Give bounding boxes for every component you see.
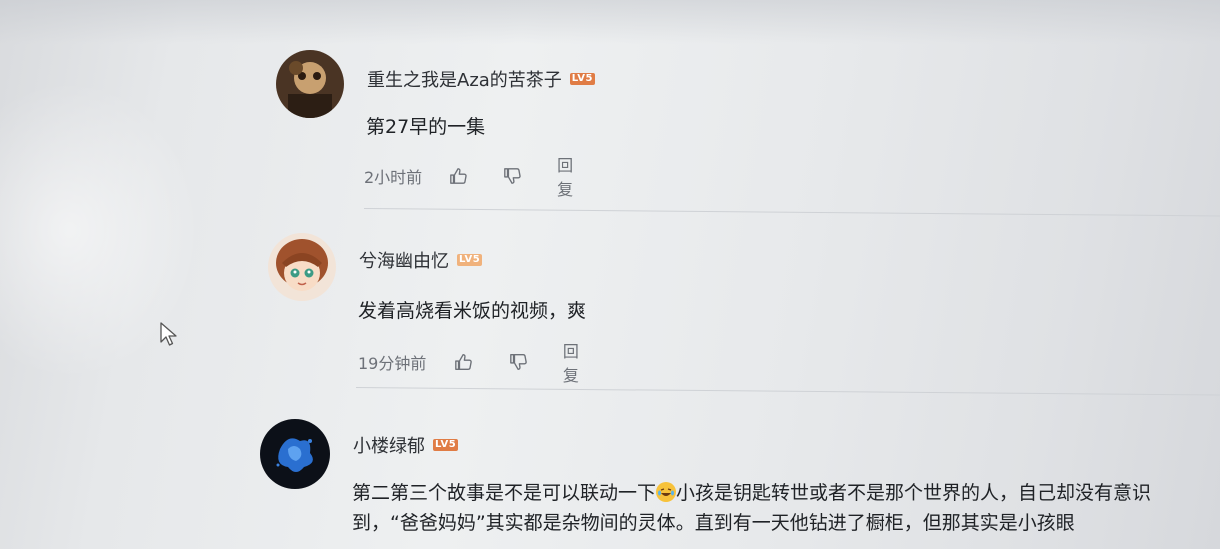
thumbs-up-icon[interactable] <box>454 352 473 372</box>
avatar-blue-splash-icon <box>260 419 330 489</box>
username[interactable]: 兮海幽由忆 <box>359 247 449 273</box>
username[interactable]: 小楼绿郁 <box>353 432 425 458</box>
comment-time: 19分钟前 <box>358 354 427 373</box>
comment-avatar[interactable] <box>260 419 330 489</box>
username-row: 兮海幽由忆 LV5 <box>359 247 483 273</box>
thumbs-up-icon[interactable] <box>449 166 467 186</box>
level-badge: LV5 <box>569 73 595 85</box>
comment-divider <box>355 387 1220 396</box>
crying-laughing-emoji-icon <box>656 482 677 502</box>
mouse-cursor-icon <box>160 322 177 346</box>
thumbs-down-icon[interactable] <box>503 166 521 186</box>
reply-button[interactable]: 回复 <box>563 338 592 386</box>
comment-avatar[interactable] <box>268 233 336 301</box>
username-row: 重生之我是Aza的苦茶子 LV5 <box>367 66 595 92</box>
comment-text: 第27早的一集 <box>366 116 486 138</box>
thumbs-down-icon[interactable] <box>509 352 527 372</box>
avatar-dark-figure-icon <box>276 50 344 118</box>
comment-time: 2小时前 <box>364 168 423 187</box>
avatar-anime-girl-icon <box>268 233 336 301</box>
comment-text: 发着高烧看米饭的视频，爽 <box>358 300 587 322</box>
comment-text-part1: 第二第三个故事是不是可以联动一下 <box>352 482 657 504</box>
username[interactable]: 重生之我是Aza的苦茶子 <box>367 66 562 92</box>
comment-divider <box>363 208 1220 217</box>
comment-actions: 2小时前 回复 <box>364 152 586 200</box>
username-row: 小楼绿郁 LV5 <box>353 432 459 458</box>
level-badge: LV5 <box>457 254 483 266</box>
comment-actions: 19分钟前 回复 <box>358 338 592 386</box>
level-badge: LV5 <box>433 439 459 451</box>
screen-top-shade <box>0 0 1220 44</box>
comment-text: 第二第三个故事是不是可以联动一下 小孩是钥匙转世或者不是那个世界的人，自己却没有… <box>352 478 1212 538</box>
reply-button[interactable]: 回复 <box>557 152 586 200</box>
comment-avatar[interactable] <box>276 50 344 118</box>
